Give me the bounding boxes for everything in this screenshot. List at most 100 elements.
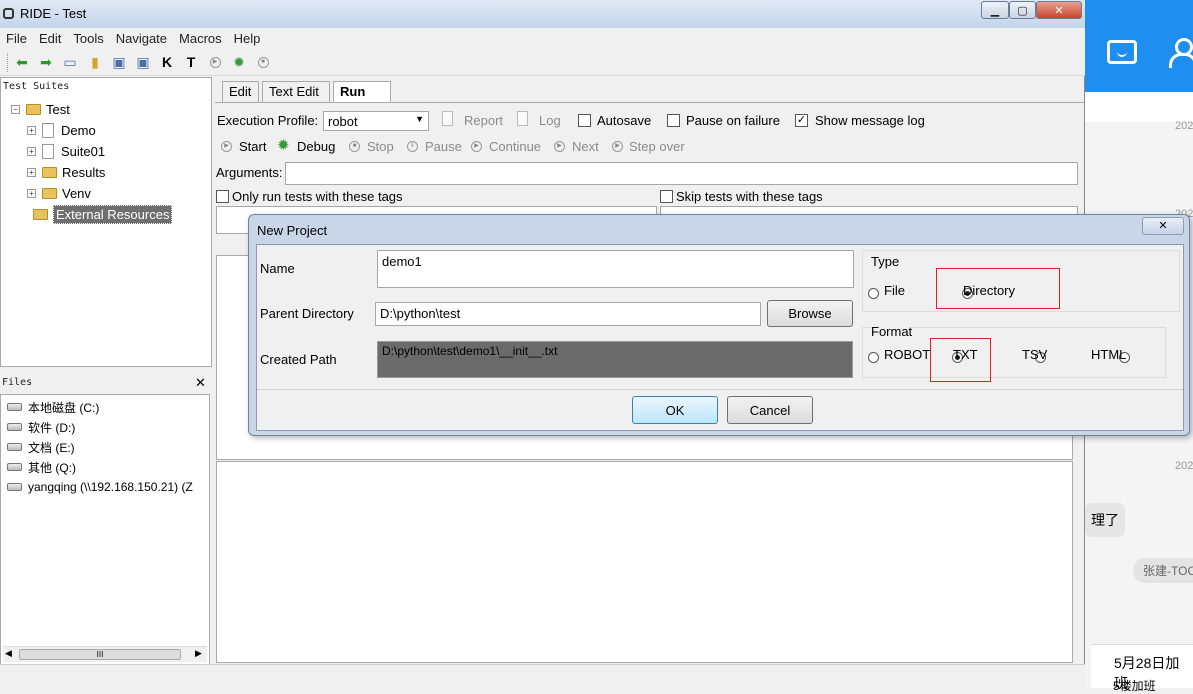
expand-icon[interactable]: + <box>27 168 36 177</box>
cancel-button[interactable]: Cancel <box>727 396 813 424</box>
parent-directory-input[interactable]: D:\python\test <box>375 302 761 326</box>
stop-icon[interactable]: ■ <box>254 53 272 71</box>
close-files-panel-icon[interactable]: ✕ <box>195 375 206 391</box>
continue-button[interactable]: Continue <box>489 139 541 154</box>
debug-button[interactable]: Debug <box>297 139 335 154</box>
run-icon[interactable]: ▶ <box>206 53 224 71</box>
type-file-radio[interactable] <box>868 288 879 299</box>
profile-value: robot <box>328 114 358 129</box>
browse-button[interactable]: Browse <box>767 300 853 327</box>
type-file-label: File <box>884 283 905 298</box>
contacts-icon[interactable] <box>1169 38 1193 68</box>
format-robot-label: ROBOT <box>884 347 931 362</box>
open-folder-icon[interactable]: ▭ <box>61 53 79 71</box>
format-robot-radio[interactable] <box>868 352 879 363</box>
start-icon: ▶ <box>221 141 232 152</box>
dialog-separator <box>257 389 1183 390</box>
menu-navigate[interactable]: Navigate <box>110 28 173 49</box>
step-over-button[interactable]: Step over <box>629 139 685 154</box>
autosave-checkbox[interactable] <box>578 114 591 127</box>
message-icon[interactable] <box>1107 40 1137 64</box>
pause-button[interactable]: Pause <box>425 139 462 154</box>
tree-node-external-resources[interactable]: External Resources <box>11 204 207 225</box>
tab-edit[interactable]: Edit <box>222 81 259 103</box>
start-button[interactable]: Start <box>239 139 266 154</box>
drive-c[interactable]: 本地磁盘 (C:) <box>1 397 206 417</box>
files-header: Files <box>2 377 33 388</box>
scroll-left-icon[interactable]: ◀ <box>5 648 12 659</box>
debug-bug-icon[interactable]: ✹ <box>230 53 248 71</box>
back-arrow-icon[interactable]: ⬅ <box>13 53 31 71</box>
only-run-tags-checkbox[interactable] <box>216 190 229 203</box>
tree-node-demo[interactable]: + Demo <box>11 120 207 141</box>
open-directory-icon[interactable]: ▮ <box>86 53 104 71</box>
suites-header: Test Suites <box>3 81 70 92</box>
dialog-close-button[interactable]: ✕ <box>1142 217 1184 235</box>
menu-tools[interactable]: Tools <box>67 28 109 49</box>
tree-node-results[interactable]: + Results <box>11 162 207 183</box>
next-button[interactable]: Next <box>572 139 599 154</box>
drive-label: 其他 (Q:) <box>28 460 76 475</box>
name-input[interactable]: demo1 <box>377 250 854 288</box>
execution-profile-select[interactable]: robot ▼ <box>323 111 429 131</box>
type-label: Type <box>871 254 900 269</box>
scroll-right-icon[interactable]: ▶ <box>195 648 202 659</box>
scroll-thumb[interactable]: III <box>19 649 181 660</box>
log-button[interactable]: Log <box>539 113 561 128</box>
minimize-button[interactable]: ▁ <box>981 1 1009 19</box>
dialog-title: New Project <box>257 223 328 238</box>
menu-macros[interactable]: Macros <box>173 28 228 49</box>
name-label: Name <box>260 261 295 276</box>
show-message-log-checkbox[interactable]: ✓ <box>795 114 808 127</box>
tree-node-suite01[interactable]: + Suite01 <box>11 141 207 162</box>
stop-button[interactable]: Stop <box>367 139 394 154</box>
tree-node-venv[interactable]: + Venv <box>11 183 207 204</box>
pause-on-failure-label: Pause on failure <box>686 113 780 128</box>
save-all-icon[interactable]: ▣ <box>134 53 152 71</box>
tree-node-label: Results <box>62 165 106 180</box>
ok-button[interactable]: OK <box>632 396 718 424</box>
menu-edit[interactable]: Edit <box>33 28 67 49</box>
drive-z[interactable]: yangqing (\\192.168.150.21) (Z <box>1 477 206 497</box>
skip-tags-checkbox[interactable] <box>660 190 673 203</box>
format-label: Format <box>871 324 913 339</box>
drive-e[interactable]: 文档 (E:) <box>1 437 206 457</box>
expand-icon[interactable]: + <box>27 147 36 156</box>
chat-topbar <box>1085 0 1193 92</box>
notice-subtitle: 5楼加班 <box>1113 679 1156 693</box>
drive-d[interactable]: 软件 (D:) <box>1 417 206 437</box>
tab-text-edit[interactable]: Text Edit <box>262 81 330 103</box>
collapse-icon[interactable]: − <box>11 105 20 114</box>
menu-help[interactable]: Help <box>228 28 267 49</box>
expand-icon[interactable]: + <box>27 189 36 198</box>
forward-arrow-icon[interactable]: ➡ <box>37 53 55 71</box>
expand-icon[interactable]: + <box>27 126 36 135</box>
save-icon[interactable]: ▣ <box>110 53 128 71</box>
pause-on-failure-checkbox[interactable] <box>667 114 680 127</box>
tree-node-test[interactable]: − Test <box>11 99 207 120</box>
arguments-input[interactable] <box>285 162 1078 185</box>
created-path-label: Created Path <box>260 352 337 367</box>
new-project-dialog: New Project ✕ Name demo1 Parent Director… <box>248 214 1190 436</box>
continue-icon: ▶ <box>471 141 482 152</box>
message-log-area[interactable] <box>216 461 1073 663</box>
chat-notice[interactable]: 5月28日加班 5楼加班 <box>1091 644 1193 693</box>
tab-run-label: Run <box>340 84 366 99</box>
highlight-box <box>936 268 1060 309</box>
close-icon: ✕ <box>1158 220 1168 232</box>
report-button[interactable]: Report <box>464 113 503 128</box>
tab-run[interactable]: Run ✕ <box>333 81 391 114</box>
menu-bar: File Edit Tools Navigate Macros Help <box>0 28 1085 49</box>
format-html-label: HTML <box>1091 347 1127 362</box>
file-icon <box>42 144 54 159</box>
menu-file[interactable]: File <box>0 28 33 49</box>
close-window-button[interactable]: ✕ <box>1036 1 1082 19</box>
search-keywords-icon[interactable]: K <box>158 53 176 71</box>
files-hscrollbar[interactable]: ◀ III ▶ <box>3 646 207 662</box>
toolbar: ⬅ ➡ ▭ ▮ ▣ ▣ K T ▶ ✹ ■ <box>0 49 1085 76</box>
drive-label: 本地磁盘 (C:) <box>28 400 100 415</box>
maximize-button[interactable]: ▢ <box>1009 1 1036 19</box>
test-suites-panel: Test Suites − Test + Demo + Suite01 + Re… <box>0 77 212 367</box>
drive-q[interactable]: 其他 (Q:) <box>1 457 206 477</box>
search-tests-icon[interactable]: T <box>182 53 200 71</box>
